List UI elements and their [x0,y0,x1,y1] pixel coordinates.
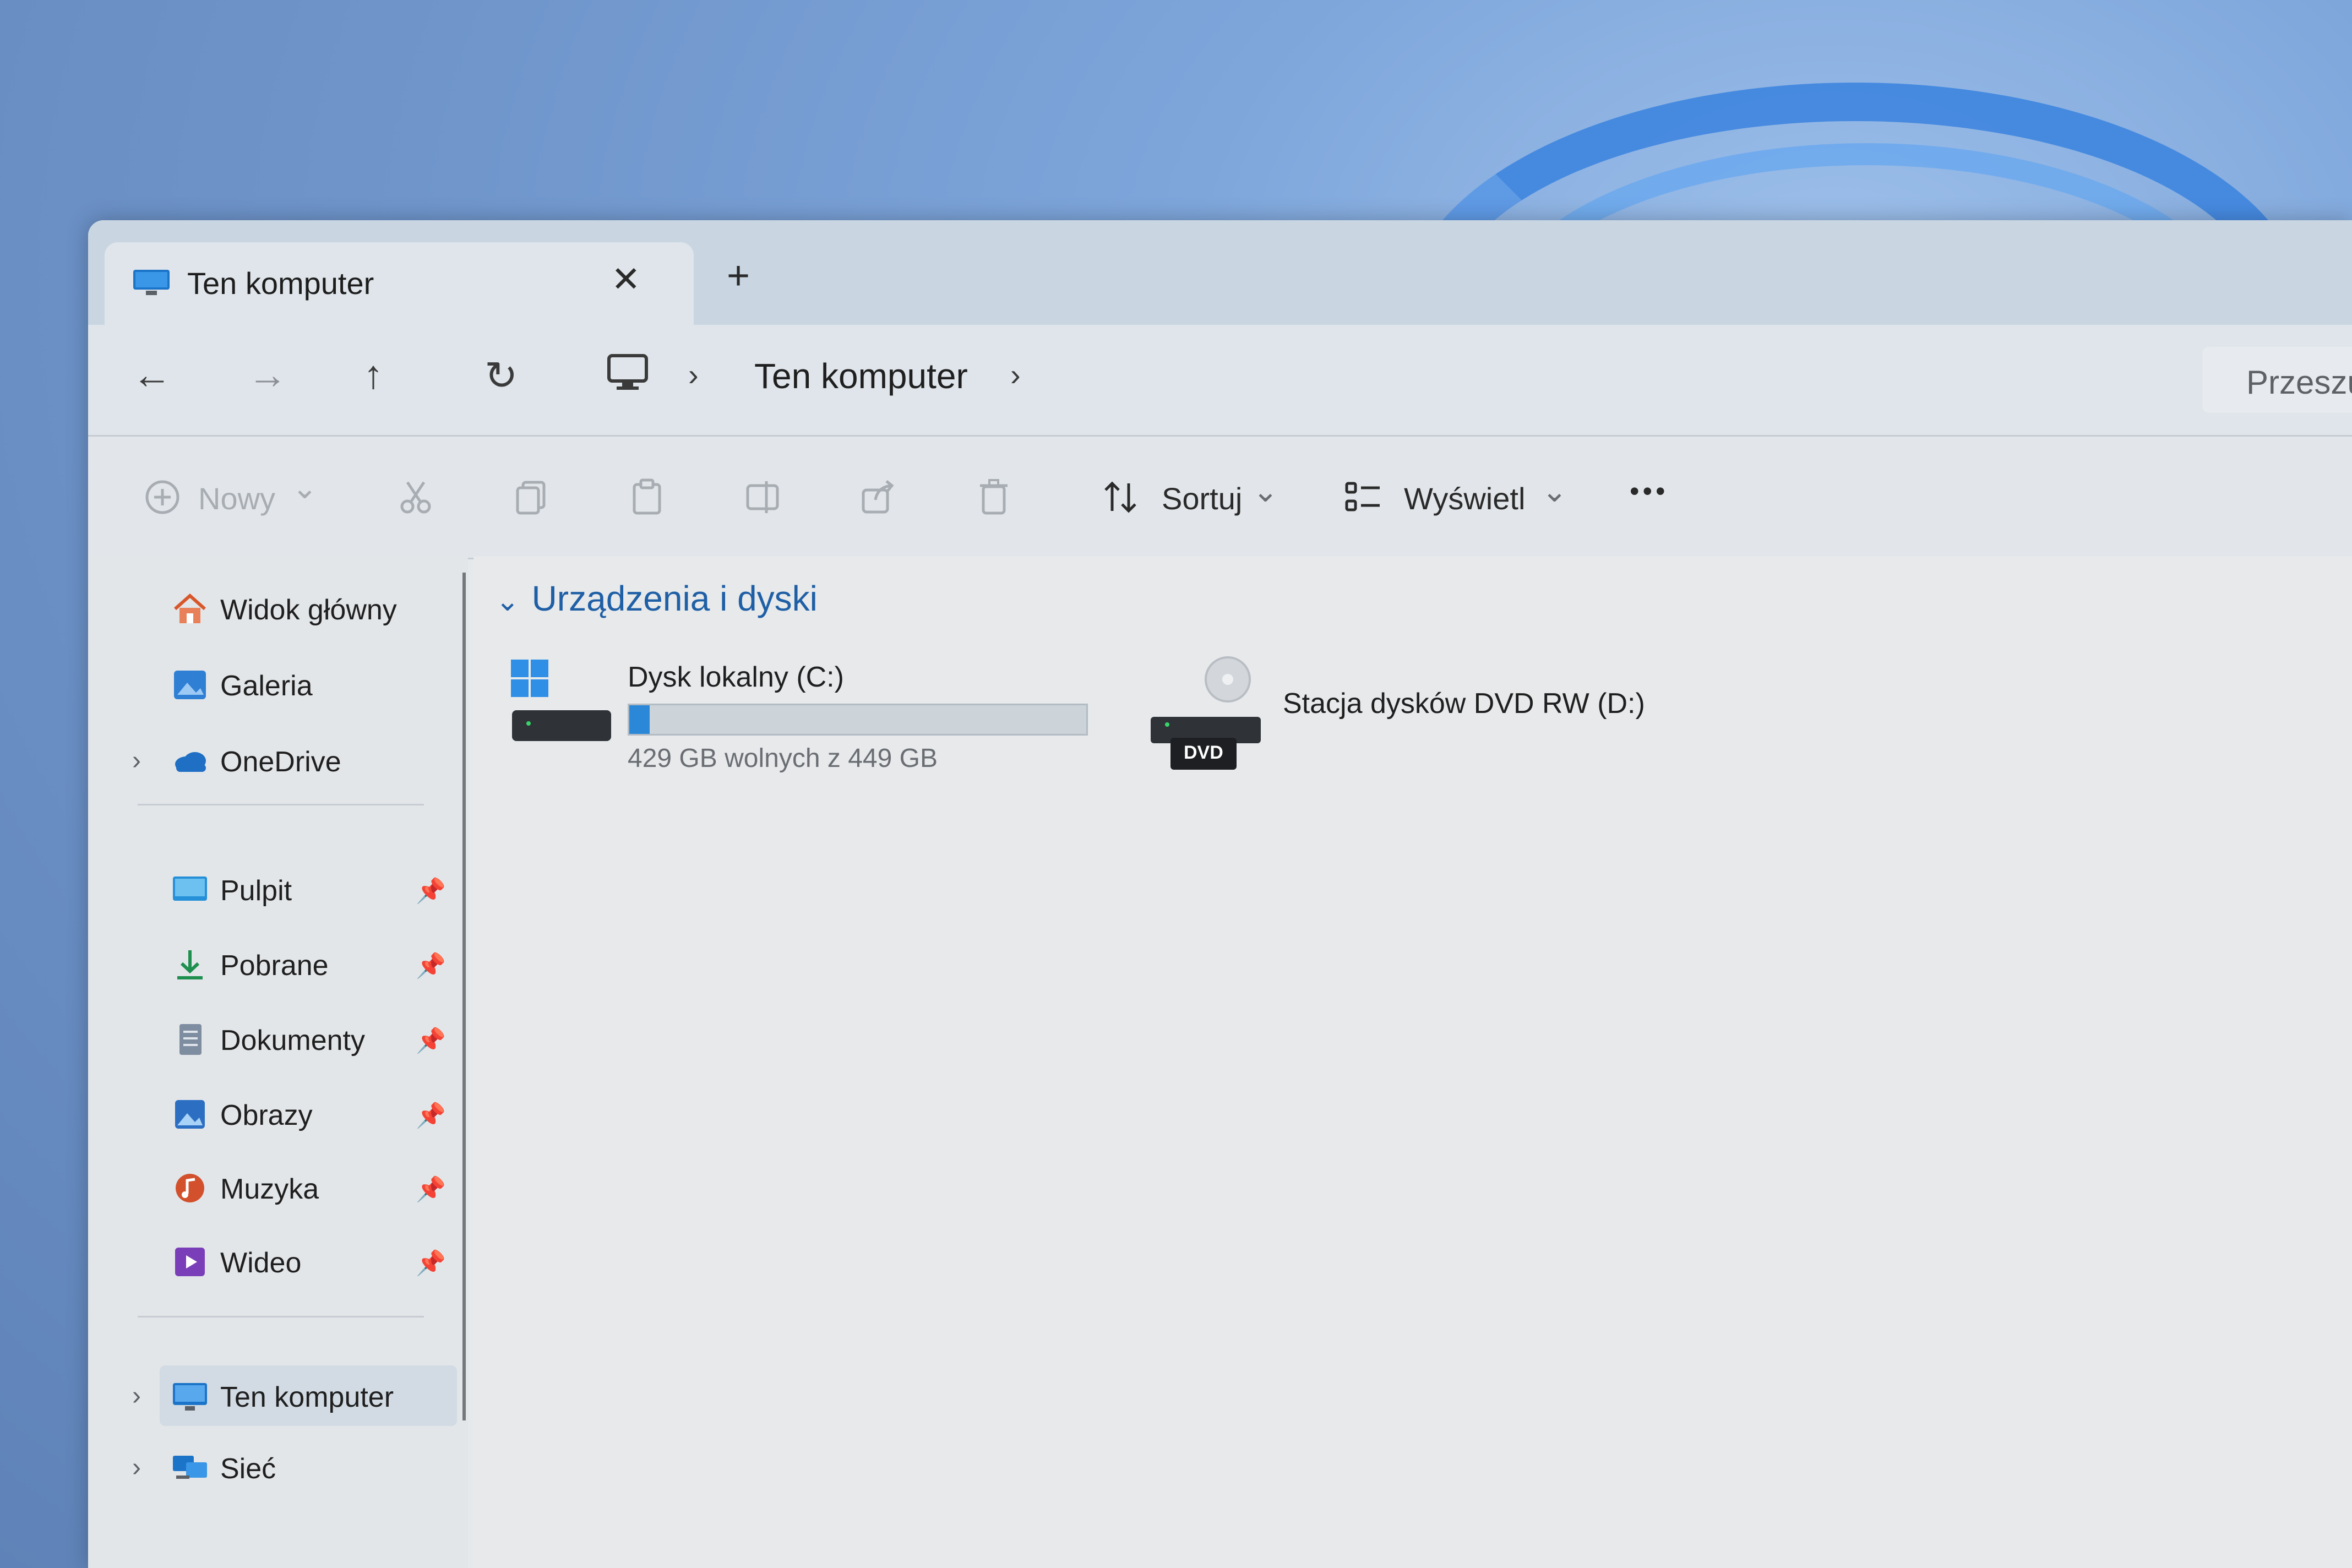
sort-button[interactable]: Sortuj [1162,481,1242,516]
sidebar-item-label: Sieć [220,1453,276,1485]
pictures-icon [175,1100,205,1129]
sidebar-item-widok-glowny[interactable]: Widok główny [160,578,457,639]
up-button[interactable]: ↑ [363,352,383,398]
sidebar-item-siec[interactable]: › Sieć [132,1437,457,1498]
drive-usage-fill [629,705,650,734]
sidebar-divider [138,804,424,805]
desktop-icon [173,876,207,901]
sidebar-item-label: Pobrane [220,950,329,982]
sidebar-divider [138,1316,424,1317]
download-icon [177,950,203,979]
section-header-devices[interactable]: ⌄ Urządzenia i dyski [496,578,818,619]
breadcrumb-expand-chevron[interactable]: › [1010,357,1021,393]
sidebar-item-label: Dokumenty [220,1025,365,1057]
new-dropdown-icon[interactable]: ⌄ [292,470,318,506]
cut-icon[interactable] [396,478,435,516]
sidebar-item-label: Ten komputer [220,1381,394,1413]
sidebar-item-label: OneDrive [220,746,341,778]
music-icon [176,1174,204,1202]
pin-icon[interactable]: 📌 [416,1249,446,1277]
sidebar-item-label: Obrazy [220,1099,313,1131]
back-button[interactable]: ← [132,352,172,398]
home-icon [174,593,206,623]
collapse-chevron-icon[interactable]: ⌄ [496,585,520,617]
network-icon [173,1456,207,1479]
search-input[interactable]: Przeszu [2202,347,2352,413]
sort-icon [1104,481,1136,513]
new-plus-icon [145,480,179,514]
command-bar: Nowy ⌄ Sortuj ⌄ Wyświetl ⌄ ••• [88,435,2352,559]
sidebar-item-onedrive[interactable]: › OneDrive [132,730,457,791]
view-icon [1345,482,1380,511]
sidebar-item-galeria[interactable]: Galeria [160,654,457,715]
address-bar: ← → ↑ ↻ › Ten komputer › Przeszu [88,325,2352,435]
share-icon[interactable] [859,478,897,516]
drive-item-c[interactable]: Dysk lokalny (C:) 429 GB wolnych z 449 G… [507,655,1167,798]
sort-dropdown-icon[interactable]: ⌄ [1253,473,1278,509]
drive-name: Dysk lokalny (C:) [628,661,844,693]
drive-name: Stacja dysków DVD RW (D:) [1283,688,1645,720]
gallery-icon [174,671,206,699]
computer-icon [133,270,170,295]
expand-chevron-icon[interactable]: › [132,1381,141,1411]
drive-item-d[interactable]: DVD Stacja dysków DVD RW (D:) [1145,655,1751,798]
breadcrumb-ten-komputer[interactable]: Ten komputer [754,356,968,396]
view-dropdown-icon[interactable]: ⌄ [1542,473,1567,509]
new-button[interactable]: Nowy [198,481,275,516]
drive-free-space: 429 GB wolnych z 449 GB [628,744,938,773]
paste-icon[interactable] [628,478,666,516]
pin-icon[interactable]: 📌 [416,1175,446,1204]
sidebar-item-pobrane[interactable]: Pobrane 📌 [160,934,457,994]
sidebar-item-pulpit[interactable]: Pulpit 📌 [160,859,457,919]
sidebar-item-label: Pulpit [220,875,292,907]
sidebar-item-wideo[interactable]: Wideo 📌 [160,1231,457,1292]
sidebar-item-obrazy[interactable]: Obrazy 📌 [160,1084,457,1144]
local-disk-icon [511,660,611,741]
view-button[interactable]: Wyświetl [1404,481,1525,516]
sidebar-item-muzyka[interactable]: Muzyka 📌 [160,1157,457,1218]
new-tab-button[interactable]: + [727,253,750,298]
expand-chevron-icon[interactable]: › [132,1452,141,1483]
pin-icon[interactable]: 📌 [416,1026,446,1055]
content-pane: ⌄ Urządzenia i dyski Dysk lokalny (C:) 42… [473,556,2352,1568]
sidebar-item-label: Wideo [220,1247,302,1279]
document-icon [179,1024,202,1055]
file-explorer-window: Ten komputer ✕ + ← → ↑ ↻ › Ten komputer … [88,220,2352,1568]
dvd-badge: DVD [1184,742,1223,763]
section-title: Urządzenia i dyski [531,579,818,618]
tab-strip: Ten komputer ✕ + [88,220,2352,325]
rename-icon[interactable] [743,478,782,516]
sidebar-item-ten-komputer[interactable]: › Ten komputer [132,1365,457,1426]
breadcrumb-separator: › [688,357,699,392]
sidebar-item-label: Widok główny [220,594,397,626]
search-placeholder: Przeszu [2246,364,2352,401]
forward-button[interactable]: → [248,352,287,398]
pin-icon[interactable]: 📌 [416,876,446,905]
more-options-button[interactable]: ••• [1630,475,1669,507]
navigation-pane: Widok główny Galeria › OneDrive Pulpit 📌… [88,556,468,1568]
copy-icon[interactable] [512,478,551,516]
cloud-icon [175,752,206,772]
pin-icon[interactable]: 📌 [416,1101,446,1130]
pane-divider[interactable] [462,573,466,1420]
drive-usage-bar [628,704,1088,736]
sidebar-item-label: Muzyka [220,1173,319,1205]
expand-chevron-icon[interactable]: › [132,745,141,776]
video-icon [175,1248,205,1276]
computer-icon [173,1383,207,1411]
tab-ten-komputer[interactable]: Ten komputer ✕ [105,242,694,325]
sidebar-item-label: Galeria [220,670,313,702]
tab-title: Ten komputer [187,266,374,301]
close-tab-icon[interactable]: ✕ [611,259,641,300]
refresh-button[interactable]: ↻ [484,352,518,399]
delete-icon[interactable] [974,478,1013,516]
sidebar-item-dokumenty[interactable]: Dokumenty 📌 [160,1009,457,1069]
monitor-icon[interactable] [606,353,650,392]
pin-icon[interactable]: 📌 [416,951,446,980]
